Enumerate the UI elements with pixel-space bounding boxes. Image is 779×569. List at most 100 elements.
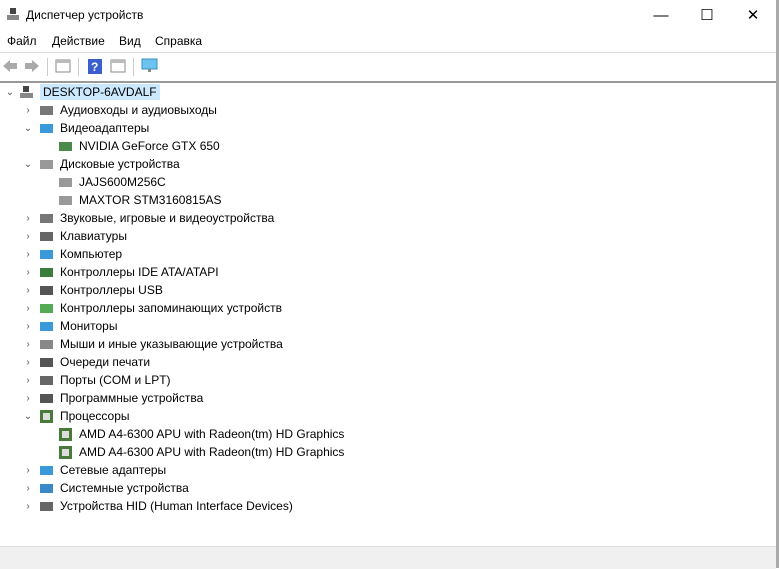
- tree-item[interactable]: Сетевые адаптеры: [39, 461, 166, 479]
- tree-item-label: Контроллеры запоминающих устройств: [60, 301, 282, 315]
- forward-icon[interactable]: [24, 58, 40, 74]
- display-adapter-icon: [58, 140, 73, 153]
- network-icon: [39, 464, 54, 477]
- tree-item-label: Устройства HID (Human Interface Devices): [60, 499, 293, 513]
- speaker-icon: [39, 212, 54, 225]
- tree-root[interactable]: DESKTOP-6AVDALF: [19, 83, 160, 101]
- chevron-right-icon[interactable]: ›: [23, 479, 33, 497]
- device-manager-icon: [6, 7, 20, 21]
- tree-item[interactable]: Клавиатуры: [39, 227, 127, 245]
- toolbar: ?: [0, 53, 776, 83]
- tree-item[interactable]: Аудиовходы и аудиовыходы: [39, 101, 217, 119]
- help-icon[interactable]: ?: [87, 58, 103, 74]
- status-bar: [0, 546, 776, 569]
- mouse-icon: [39, 338, 54, 351]
- monitor-icon: [39, 122, 54, 135]
- chevron-right-icon[interactable]: ›: [23, 209, 33, 227]
- port-icon: [39, 374, 54, 387]
- tree-item[interactable]: Мониторы: [39, 317, 117, 335]
- disk-icon: [58, 194, 73, 207]
- tree-item-label: Очереди печати: [60, 355, 151, 369]
- properties-icon[interactable]: [110, 58, 126, 74]
- tree-item-label: AMD A4-6300 APU with Radeon(tm) HD Graph…: [79, 427, 345, 441]
- close-button[interactable]: ✕: [730, 0, 776, 30]
- chevron-right-icon[interactable]: ›: [23, 263, 33, 281]
- tree-item-label: MAXTOR STM3160815AS: [79, 193, 222, 207]
- maximize-button[interactable]: ☐: [684, 0, 730, 30]
- chevron-right-icon[interactable]: ›: [23, 353, 33, 371]
- chevron-right-icon[interactable]: ›: [23, 461, 33, 479]
- tree-item[interactable]: Видеоадаптеры: [39, 119, 149, 137]
- chevron-down-icon[interactable]: ⌄: [5, 83, 15, 101]
- menu-help[interactable]: Справка: [155, 34, 202, 48]
- tree-item-label: Мониторы: [60, 319, 118, 333]
- tree-item[interactable]: Программные устройства: [39, 389, 203, 407]
- cpu-icon: [58, 445, 73, 459]
- tree-item-label: Сетевые адаптеры: [60, 463, 167, 477]
- chevron-right-icon[interactable]: ›: [23, 371, 33, 389]
- tree-item-label: Компьютер: [60, 247, 123, 261]
- monitor-icon: [39, 248, 54, 261]
- show-hide-tree-icon[interactable]: [55, 58, 71, 74]
- tree-item-label: Процессоры: [60, 409, 130, 423]
- tree-item[interactable]: Порты (COM и LPT): [39, 371, 171, 389]
- tree-item-label: Порты (COM и LPT): [60, 373, 171, 387]
- monitor-icon: [39, 320, 54, 333]
- tree-item[interactable]: Устройства HID (Human Interface Devices): [39, 497, 293, 515]
- chevron-right-icon[interactable]: ›: [23, 335, 33, 353]
- tree-item[interactable]: Звуковые, игровые и видеоустройства: [39, 209, 274, 227]
- tree-item[interactable]: Мыши и иные указывающие устройства: [39, 335, 283, 353]
- tree-item[interactable]: Контроллеры запоминающих устройств: [39, 299, 282, 317]
- menu-action[interactable]: Действие: [52, 34, 105, 48]
- tree-item[interactable]: JAJS600M256C: [58, 173, 166, 191]
- tree-item[interactable]: AMD A4-6300 APU with Radeon(tm) HD Graph…: [58, 443, 344, 461]
- tree-item[interactable]: AMD A4-6300 APU with Radeon(tm) HD Graph…: [58, 425, 344, 443]
- tree-item[interactable]: Системные устройства: [39, 479, 189, 497]
- disk-icon: [39, 158, 54, 171]
- chevron-right-icon[interactable]: ›: [23, 299, 33, 317]
- tree-item[interactable]: Дисковые устройства: [39, 155, 180, 173]
- menu-bar: Файл Действие Вид Справка: [0, 31, 776, 53]
- chevron-down-icon[interactable]: ⌄: [23, 119, 33, 137]
- tree-item[interactable]: Контроллеры USB: [39, 281, 163, 299]
- scan-hardware-icon[interactable]: [141, 58, 158, 74]
- tree-item[interactable]: Процессоры: [39, 407, 130, 425]
- chevron-right-icon[interactable]: ›: [23, 317, 33, 335]
- tree-item[interactable]: Очереди печати: [39, 353, 150, 371]
- chevron-down-icon[interactable]: ⌄: [23, 407, 33, 425]
- hid-icon: [39, 500, 54, 513]
- menu-file[interactable]: Файл: [7, 34, 37, 48]
- tree-item[interactable]: NVIDIA GeForce GTX 650: [58, 137, 220, 155]
- chevron-right-icon[interactable]: ›: [23, 389, 33, 407]
- tree-item[interactable]: Компьютер: [39, 245, 122, 263]
- chevron-right-icon[interactable]: ›: [23, 245, 33, 263]
- usb-icon: [39, 284, 54, 297]
- minimize-button[interactable]: —: [638, 0, 684, 30]
- device-tree[interactable]: ⌄ DESKTOP-6AVDALF › Аудиовходы и аудиовых…: [0, 83, 776, 545]
- root-label: DESKTOP-6AVDALF: [40, 84, 160, 100]
- chevron-right-icon[interactable]: ›: [23, 281, 33, 299]
- tree-item-label: Контроллеры IDE ATA/ATAPI: [60, 265, 219, 279]
- tree-item-label: JAJS600M256C: [79, 175, 166, 189]
- tree-item-label: Видеоадаптеры: [60, 121, 150, 135]
- tree-item[interactable]: MAXTOR STM3160815AS: [58, 191, 222, 209]
- storage-controller-icon: [39, 302, 54, 315]
- back-icon[interactable]: [2, 58, 18, 74]
- chevron-right-icon[interactable]: ›: [23, 227, 33, 245]
- window-title: Диспетчер устройств: [26, 8, 144, 22]
- chevron-down-icon[interactable]: ⌄: [23, 155, 33, 173]
- tree-item-label: Контроллеры USB: [60, 283, 163, 297]
- chevron-right-icon[interactable]: ›: [23, 101, 33, 119]
- menu-view[interactable]: Вид: [119, 34, 141, 48]
- software-device-icon: [39, 392, 54, 405]
- tree-item-label: Программные устройства: [60, 391, 204, 405]
- tree-item-label: Дисковые устройства: [60, 157, 180, 171]
- cpu-icon: [58, 427, 73, 441]
- tree-item[interactable]: Контроллеры IDE ATA/ATAPI: [39, 263, 219, 281]
- tree-item-label: NVIDIA GeForce GTX 650: [79, 139, 220, 153]
- controller-icon: [39, 266, 54, 279]
- computer-icon: [19, 85, 34, 99]
- printer-icon: [39, 356, 54, 369]
- system-icon: [39, 482, 54, 495]
- chevron-right-icon[interactable]: ›: [23, 497, 33, 515]
